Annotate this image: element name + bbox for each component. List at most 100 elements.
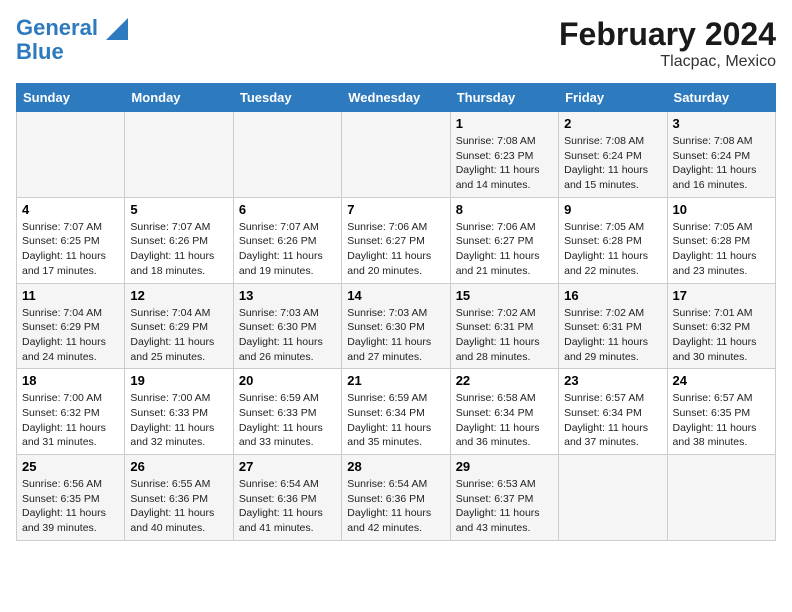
day-number: 17 (673, 288, 770, 303)
day-info: Sunrise: 6:59 AM Sunset: 6:34 PM Dayligh… (347, 391, 444, 450)
day-info: Sunrise: 6:53 AM Sunset: 6:37 PM Dayligh… (456, 477, 553, 536)
calendar-cell: 29 Sunrise: 6:53 AM Sunset: 6:37 PM Dayli… (450, 455, 558, 541)
calendar-cell (17, 112, 125, 198)
calendar-cell: 11 Sunrise: 7:04 AM Sunset: 6:29 PM Dayli… (17, 283, 125, 369)
day-info: Sunrise: 7:04 AM Sunset: 6:29 PM Dayligh… (22, 306, 119, 365)
day-info: Sunrise: 6:59 AM Sunset: 6:33 PM Dayligh… (239, 391, 336, 450)
logo-text: General (16, 16, 128, 40)
day-number: 11 (22, 288, 119, 303)
calendar-cell: 23 Sunrise: 6:57 AM Sunset: 6:34 PM Dayli… (559, 369, 667, 455)
day-number: 14 (347, 288, 444, 303)
day-info: Sunrise: 6:56 AM Sunset: 6:35 PM Dayligh… (22, 477, 119, 536)
day-number: 4 (22, 202, 119, 217)
day-info: Sunrise: 6:57 AM Sunset: 6:34 PM Dayligh… (564, 391, 661, 450)
calendar-cell: 27 Sunrise: 6:54 AM Sunset: 6:36 PM Dayli… (233, 455, 341, 541)
calendar-cell (342, 112, 450, 198)
day-number: 10 (673, 202, 770, 217)
day-number: 24 (673, 373, 770, 388)
calendar-cell: 2Sunrise: 7:08 AM Sunset: 6:24 PM Daylig… (559, 112, 667, 198)
calendar-cell: 15 Sunrise: 7:02 AM Sunset: 6:31 PM Dayli… (450, 283, 558, 369)
day-info: Sunrise: 7:04 AM Sunset: 6:29 PM Dayligh… (130, 306, 227, 365)
day-info: Sunrise: 6:57 AM Sunset: 6:35 PM Dayligh… (673, 391, 770, 450)
calendar-cell: 22 Sunrise: 6:58 AM Sunset: 6:34 PM Dayli… (450, 369, 558, 455)
day-number: 9 (564, 202, 661, 217)
week-row-5: 25 Sunrise: 6:56 AM Sunset: 6:35 PM Dayli… (17, 455, 776, 541)
calendar-cell: 8 Sunrise: 7:06 AM Sunset: 6:27 PM Daylig… (450, 197, 558, 283)
calendar-cell (125, 112, 233, 198)
calendar-cell: 4 Sunrise: 7:07 AM Sunset: 6:25 PM Daylig… (17, 197, 125, 283)
day-number: 16 (564, 288, 661, 303)
day-info: Sunrise: 7:03 AM Sunset: 6:30 PM Dayligh… (239, 306, 336, 365)
day-info: Sunrise: 7:06 AM Sunset: 6:27 PM Dayligh… (456, 220, 553, 279)
day-info: Sunrise: 7:06 AM Sunset: 6:27 PM Dayligh… (347, 220, 444, 279)
day-info: Sunrise: 7:08 AM Sunset: 6:24 PM Dayligh… (673, 134, 770, 193)
day-number: 27 (239, 459, 336, 474)
day-info: Sunrise: 7:05 AM Sunset: 6:28 PM Dayligh… (673, 220, 770, 279)
calendar-cell: 16 Sunrise: 7:02 AM Sunset: 6:31 PM Dayli… (559, 283, 667, 369)
day-number: 28 (347, 459, 444, 474)
calendar-cell: 18 Sunrise: 7:00 AM Sunset: 6:32 PM Dayli… (17, 369, 125, 455)
main-title: February 2024 (559, 16, 776, 53)
calendar-cell: 17 Sunrise: 7:01 AM Sunset: 6:32 PM Dayli… (667, 283, 775, 369)
calendar-cell: 26Sunrise: 6:55 AM Sunset: 6:36 PM Dayli… (125, 455, 233, 541)
calendar-cell: 12 Sunrise: 7:04 AM Sunset: 6:29 PM Dayli… (125, 283, 233, 369)
day-info: Sunrise: 7:01 AM Sunset: 6:32 PM Dayligh… (673, 306, 770, 365)
day-number: 7 (347, 202, 444, 217)
day-number: 15 (456, 288, 553, 303)
day-info: Sunrise: 6:58 AM Sunset: 6:34 PM Dayligh… (456, 391, 553, 450)
day-number: 19 (130, 373, 227, 388)
day-info: Sunrise: 7:07 AM Sunset: 6:26 PM Dayligh… (130, 220, 227, 279)
weekday-header-row: SundayMondayTuesdayWednesdayThursdayFrid… (17, 84, 776, 112)
page-header: General Blue February 2024 Tlacpac, Mexi… (16, 16, 776, 71)
logo-text-blue: Blue (16, 40, 128, 64)
weekday-thursday: Thursday (450, 84, 558, 112)
weekday-wednesday: Wednesday (342, 84, 450, 112)
day-info: Sunrise: 7:03 AM Sunset: 6:30 PM Dayligh… (347, 306, 444, 365)
day-number: 29 (456, 459, 553, 474)
day-info: Sunrise: 7:05 AM Sunset: 6:28 PM Dayligh… (564, 220, 661, 279)
day-number: 2 (564, 116, 661, 131)
week-row-3: 11 Sunrise: 7:04 AM Sunset: 6:29 PM Dayli… (17, 283, 776, 369)
day-info: Sunrise: 7:02 AM Sunset: 6:31 PM Dayligh… (456, 306, 553, 365)
week-row-1: 1Sunrise: 7:08 AM Sunset: 6:23 PM Daylig… (17, 112, 776, 198)
calendar-cell: 7 Sunrise: 7:06 AM Sunset: 6:27 PM Daylig… (342, 197, 450, 283)
subtitle: Tlacpac, Mexico (559, 53, 776, 71)
day-number: 21 (347, 373, 444, 388)
week-row-2: 4 Sunrise: 7:07 AM Sunset: 6:25 PM Daylig… (17, 197, 776, 283)
day-info: Sunrise: 6:54 AM Sunset: 6:36 PM Dayligh… (347, 477, 444, 536)
day-number: 20 (239, 373, 336, 388)
day-info: Sunrise: 7:02 AM Sunset: 6:31 PM Dayligh… (564, 306, 661, 365)
week-row-4: 18 Sunrise: 7:00 AM Sunset: 6:32 PM Dayli… (17, 369, 776, 455)
logo-icon (106, 18, 128, 40)
day-info: Sunrise: 6:54 AM Sunset: 6:36 PM Dayligh… (239, 477, 336, 536)
weekday-sunday: Sunday (17, 84, 125, 112)
day-number: 25 (22, 459, 119, 474)
day-number: 23 (564, 373, 661, 388)
day-info: Sunrise: 7:07 AM Sunset: 6:25 PM Dayligh… (22, 220, 119, 279)
day-number: 13 (239, 288, 336, 303)
day-number: 18 (22, 373, 119, 388)
calendar-cell (667, 455, 775, 541)
calendar-cell: 5 Sunrise: 7:07 AM Sunset: 6:26 PM Daylig… (125, 197, 233, 283)
calendar-table: SundayMondayTuesdayWednesdayThursdayFrid… (16, 83, 776, 541)
day-number: 8 (456, 202, 553, 217)
day-number: 12 (130, 288, 227, 303)
weekday-friday: Friday (559, 84, 667, 112)
day-info: Sunrise: 7:07 AM Sunset: 6:26 PM Dayligh… (239, 220, 336, 279)
calendar-cell (559, 455, 667, 541)
day-number: 6 (239, 202, 336, 217)
logo: General Blue (16, 16, 128, 64)
weekday-monday: Monday (125, 84, 233, 112)
weekday-tuesday: Tuesday (233, 84, 341, 112)
day-info: Sunrise: 6:55 AM Sunset: 6:36 PM Dayligh… (130, 477, 227, 536)
calendar-cell: 3Sunrise: 7:08 AM Sunset: 6:24 PM Daylig… (667, 112, 775, 198)
calendar-cell: 1Sunrise: 7:08 AM Sunset: 6:23 PM Daylig… (450, 112, 558, 198)
calendar-cell: 24 Sunrise: 6:57 AM Sunset: 6:35 PM Dayli… (667, 369, 775, 455)
calendar-cell: 6 Sunrise: 7:07 AM Sunset: 6:26 PM Daylig… (233, 197, 341, 283)
weekday-saturday: Saturday (667, 84, 775, 112)
calendar-cell: 13 Sunrise: 7:03 AM Sunset: 6:30 PM Dayli… (233, 283, 341, 369)
calendar-cell: 9 Sunrise: 7:05 AM Sunset: 6:28 PM Daylig… (559, 197, 667, 283)
day-number: 22 (456, 373, 553, 388)
day-number: 5 (130, 202, 227, 217)
day-info: Sunrise: 7:00 AM Sunset: 6:32 PM Dayligh… (22, 391, 119, 450)
